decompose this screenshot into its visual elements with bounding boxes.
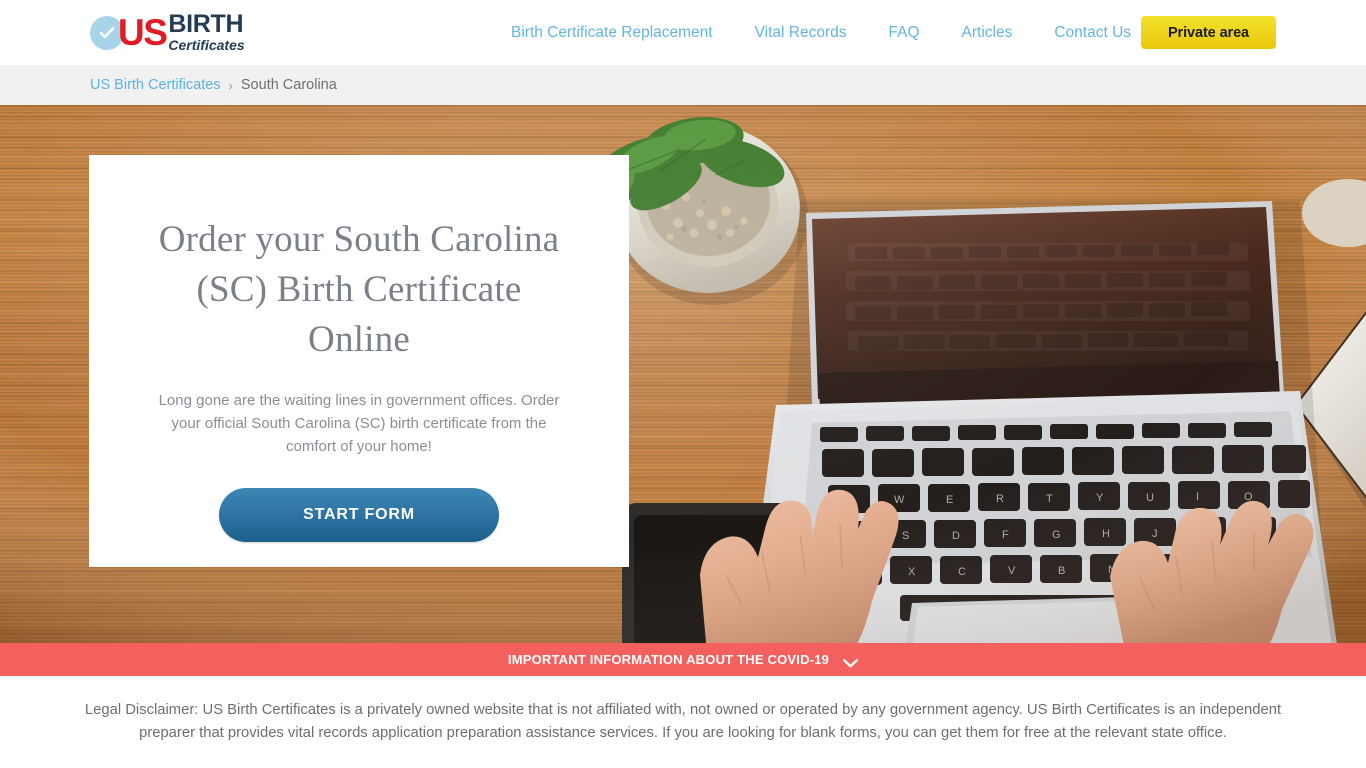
logo-text-us: US [118, 11, 168, 53]
hero-card: Order your South Carolina (SC) Birth Cer… [89, 155, 629, 567]
covid-banner-label: IMPORTANT INFORMATION ABOUT THE COVID-19 [507, 652, 830, 667]
site-logo[interactable]: US BIRTH Certificates [90, 11, 245, 54]
breadcrumb: US Birth Certificates › South Carolina [0, 65, 1366, 105]
breadcrumb-link-home[interactable]: US Birth Certificates [90, 77, 221, 93]
legal-disclaimer-text: Legal Disclaimer: US Birth Certificates … [84, 702, 1282, 741]
page-title: Order your South Carolina (SC) Birth Cer… [158, 219, 560, 360]
breadcrumb-separator-icon: › [228, 77, 233, 93]
breadcrumb-current-page: South Carolina [240, 77, 337, 93]
nav-item-articles[interactable]: Articles [941, 0, 1034, 65]
site-header: US BIRTH Certificates Birth Certificate … [0, 0, 1366, 65]
nav-item-contact-us[interactable]: Contact Us [1033, 0, 1152, 65]
nav-item-vital-records[interactable]: Vital Records [734, 0, 868, 65]
main-navigation: Birth Certificate Replacement Vital Reco… [490, 0, 1152, 65]
nav-item-faq[interactable]: FAQ [868, 0, 941, 65]
covid-info-banner[interactable]: IMPORTANT INFORMATION ABOUT THE COVID-19 [0, 643, 1366, 676]
hero-section: QWE RTY UIO ASD FGH JKL ZXC VBN M [0, 105, 1366, 643]
legal-disclaimer: Legal Disclaimer: US Birth Certificates … [0, 676, 1366, 768]
logo-text-birth: BIRTH [168, 10, 244, 38]
nav-item-birth-certificate-replacement[interactable]: Birth Certificate Replacement [490, 0, 734, 65]
start-form-button[interactable]: START FORM [219, 488, 499, 542]
private-area-button[interactable]: Private area [1141, 16, 1276, 49]
logo-text-certificates: Certificates [168, 37, 245, 53]
hero-subtitle: Long gone are the waiting lines in gover… [158, 392, 560, 455]
chevron-down-icon[interactable] [843, 655, 859, 668]
